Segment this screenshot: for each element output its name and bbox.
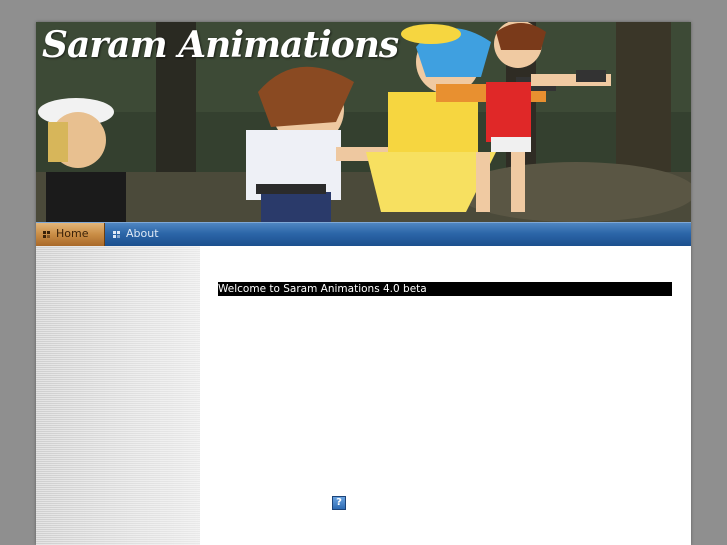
menu-bullet-icon	[43, 231, 51, 239]
nav-item-home[interactable]: Home	[36, 223, 105, 246]
main-content: Welcome to Saram Animations 4.0 beta ?	[200, 246, 691, 545]
site-title: Saram Animations	[42, 24, 399, 66]
menu-bullet-icon	[113, 231, 121, 239]
main-nav: Home About	[36, 222, 691, 246]
nav-label: Home	[56, 227, 89, 240]
header-banner: Saram Animations	[36, 22, 691, 222]
help-icon[interactable]: ?	[332, 496, 346, 510]
nav-item-about[interactable]: About	[106, 223, 176, 246]
page-container: Saram Animations Home About Welcome to S…	[36, 22, 691, 545]
left-sidebar	[36, 246, 200, 545]
nav-label: About	[126, 227, 159, 240]
welcome-message: Welcome to Saram Animations 4.0 beta	[218, 282, 672, 296]
